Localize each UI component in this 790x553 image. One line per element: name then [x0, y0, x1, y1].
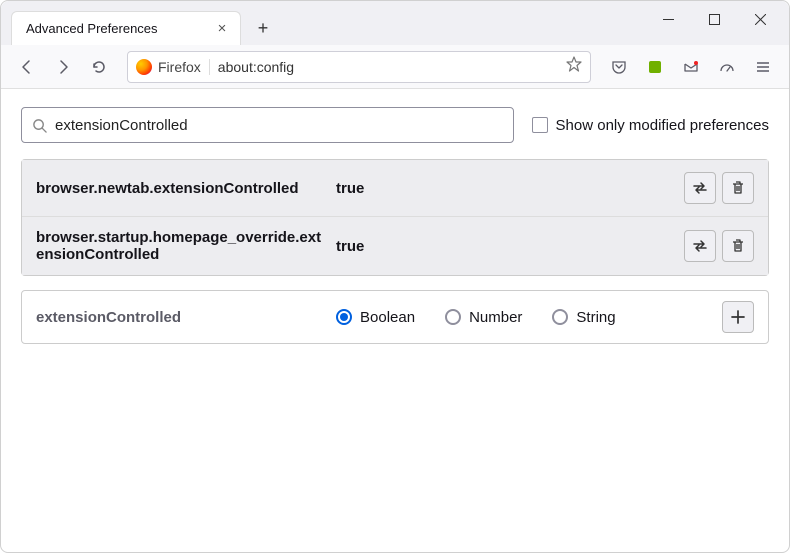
search-input[interactable] — [55, 117, 503, 134]
menu-button[interactable] — [747, 51, 779, 83]
site-identity[interactable]: Firefox — [136, 59, 210, 75]
forward-button[interactable] — [47, 51, 79, 83]
about-config-content: Show only modified preferences browser.n… — [1, 89, 789, 362]
radio-string[interactable]: String — [552, 309, 615, 326]
new-pref-name: extensionControlled — [36, 309, 336, 326]
pref-row[interactable]: browser.newtab.extensionControlled true — [22, 160, 768, 216]
pref-row[interactable]: browser.startup.homepage_override.extens… — [22, 216, 768, 275]
back-button[interactable] — [11, 51, 43, 83]
reload-button[interactable] — [83, 51, 115, 83]
pocket-icon[interactable] — [603, 51, 635, 83]
extension-icon[interactable] — [639, 51, 671, 83]
pref-list: browser.newtab.extensionControlled true … — [21, 159, 769, 276]
add-pref-button[interactable] — [722, 301, 754, 333]
radio-label: String — [576, 309, 615, 326]
checkbox-label: Show only modified preferences — [556, 117, 769, 134]
firefox-icon — [136, 59, 152, 75]
close-tab-icon[interactable]: × — [214, 21, 230, 37]
checkbox-icon — [532, 117, 548, 133]
browser-tab[interactable]: Advanced Preferences × — [11, 11, 241, 45]
show-modified-checkbox[interactable]: Show only modified preferences — [532, 117, 769, 134]
delete-button[interactable] — [722, 172, 754, 204]
address-bar[interactable]: Firefox about:config — [127, 51, 591, 83]
radio-icon — [445, 309, 461, 325]
pref-value: true — [336, 180, 684, 197]
delete-button[interactable] — [722, 230, 754, 262]
pref-name: browser.startup.homepage_override.extens… — [36, 229, 336, 263]
maximize-button[interactable] — [691, 1, 737, 37]
identity-label: Firefox — [158, 59, 210, 75]
radio-boolean[interactable]: Boolean — [336, 309, 415, 326]
pref-value: true — [336, 238, 684, 255]
search-icon — [32, 118, 47, 133]
new-tab-button[interactable]: + — [249, 14, 277, 42]
toggle-button[interactable] — [684, 172, 716, 204]
radio-label: Number — [469, 309, 522, 326]
browser-toolbar: Firefox about:config — [1, 45, 789, 89]
radio-label: Boolean — [360, 309, 415, 326]
titlebar: Advanced Preferences × + — [1, 1, 789, 45]
radio-icon — [336, 309, 352, 325]
close-window-button[interactable] — [737, 1, 783, 37]
url-text: about:config — [218, 59, 294, 75]
toggle-button[interactable] — [684, 230, 716, 262]
search-box[interactable] — [21, 107, 514, 143]
mail-icon[interactable] — [675, 51, 707, 83]
bookmark-star-icon[interactable] — [566, 56, 582, 77]
speed-icon[interactable] — [711, 51, 743, 83]
radio-icon — [552, 309, 568, 325]
tab-title: Advanced Preferences — [26, 21, 158, 36]
pref-name: browser.newtab.extensionControlled — [36, 180, 336, 197]
minimize-button[interactable] — [645, 1, 691, 37]
new-pref-row: extensionControlled Boolean Number Strin… — [21, 290, 769, 344]
radio-number[interactable]: Number — [445, 309, 522, 326]
